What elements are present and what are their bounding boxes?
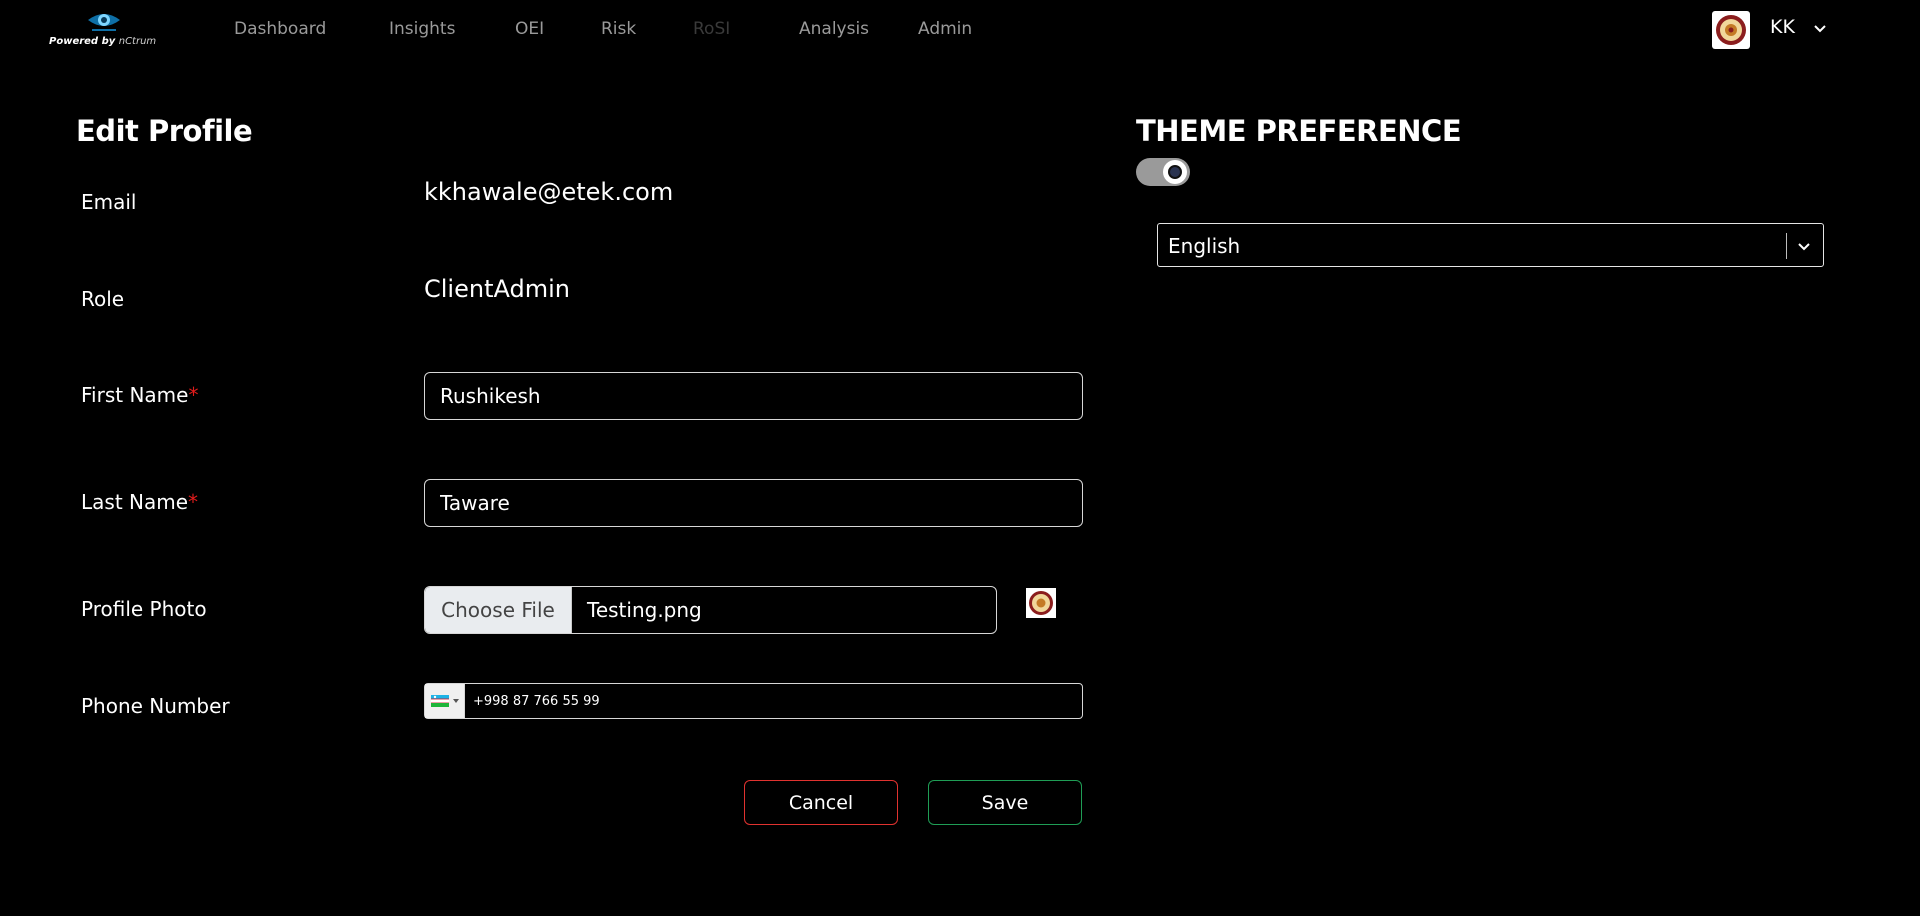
profile-photo-file-input[interactable]: Choose File Testing.png (424, 586, 997, 634)
emblem-icon (1029, 591, 1053, 615)
uzbekistan-flag-icon (430, 695, 449, 707)
phone-number-label: Phone Number (81, 694, 230, 718)
nav-admin[interactable]: Admin (918, 19, 972, 39)
page-title: Edit Profile (76, 114, 253, 148)
language-value: English (1168, 234, 1241, 258)
language-select[interactable]: English (1157, 223, 1824, 267)
caret-down-icon (452, 699, 459, 703)
role-label: Role (81, 287, 125, 311)
last-name-input[interactable] (424, 479, 1083, 527)
choose-file-button[interactable]: Choose File (425, 587, 572, 633)
save-button[interactable]: Save (928, 780, 1082, 825)
nav-dashboard[interactable]: Dashboard (234, 19, 326, 39)
first-name-label: First Name* (81, 383, 199, 407)
theme-preference-title: THEME PREFERENCE (1136, 114, 1462, 148)
nav-insights[interactable]: Insights (389, 19, 455, 39)
moon-icon (1168, 165, 1182, 179)
toggle-knob (1163, 160, 1187, 184)
email-value: kkhawale@etek.com (424, 178, 674, 206)
nav-rosi: RoSI (693, 19, 731, 39)
required-asterisk: * (188, 490, 199, 514)
theme-toggle[interactable] (1136, 158, 1190, 186)
nav-risk[interactable]: Risk (601, 19, 636, 39)
chevron-down-icon[interactable] (1812, 20, 1828, 36)
profile-photo-label: Profile Photo (81, 597, 207, 621)
brand-name: nCtrum (118, 36, 157, 47)
country-code-selector[interactable] (425, 684, 465, 718)
last-name-label: Last Name* (81, 490, 199, 514)
email-label: Email (81, 190, 137, 214)
user-initials[interactable]: KK (1770, 16, 1795, 38)
user-avatar[interactable] (1712, 11, 1750, 49)
profile-photo-preview (1026, 588, 1056, 618)
nav-analysis[interactable]: Analysis (799, 19, 869, 39)
eye-logo-icon (86, 10, 122, 32)
phone-number-field[interactable]: +998 87 766 55 99 (424, 683, 1083, 719)
select-divider (1786, 233, 1787, 259)
role-value: ClientAdmin (424, 275, 570, 303)
selected-file-name: Testing.png (587, 598, 702, 622)
nav-oei[interactable]: OEI (515, 19, 544, 39)
required-asterisk: * (188, 383, 199, 407)
phone-number-value[interactable]: +998 87 766 55 99 (465, 684, 1082, 718)
cancel-button[interactable]: Cancel (744, 780, 898, 825)
chevron-down-icon[interactable] (1796, 238, 1812, 254)
powered-by-text: Powered by nCtrum (49, 36, 157, 47)
emblem-icon (1716, 15, 1746, 45)
first-name-input[interactable] (424, 372, 1083, 420)
app-logo[interactable]: Powered by nCtrum (49, 10, 161, 50)
top-navigation-bar: Powered by nCtrum Dashboard Insights OEI… (0, 0, 1920, 60)
